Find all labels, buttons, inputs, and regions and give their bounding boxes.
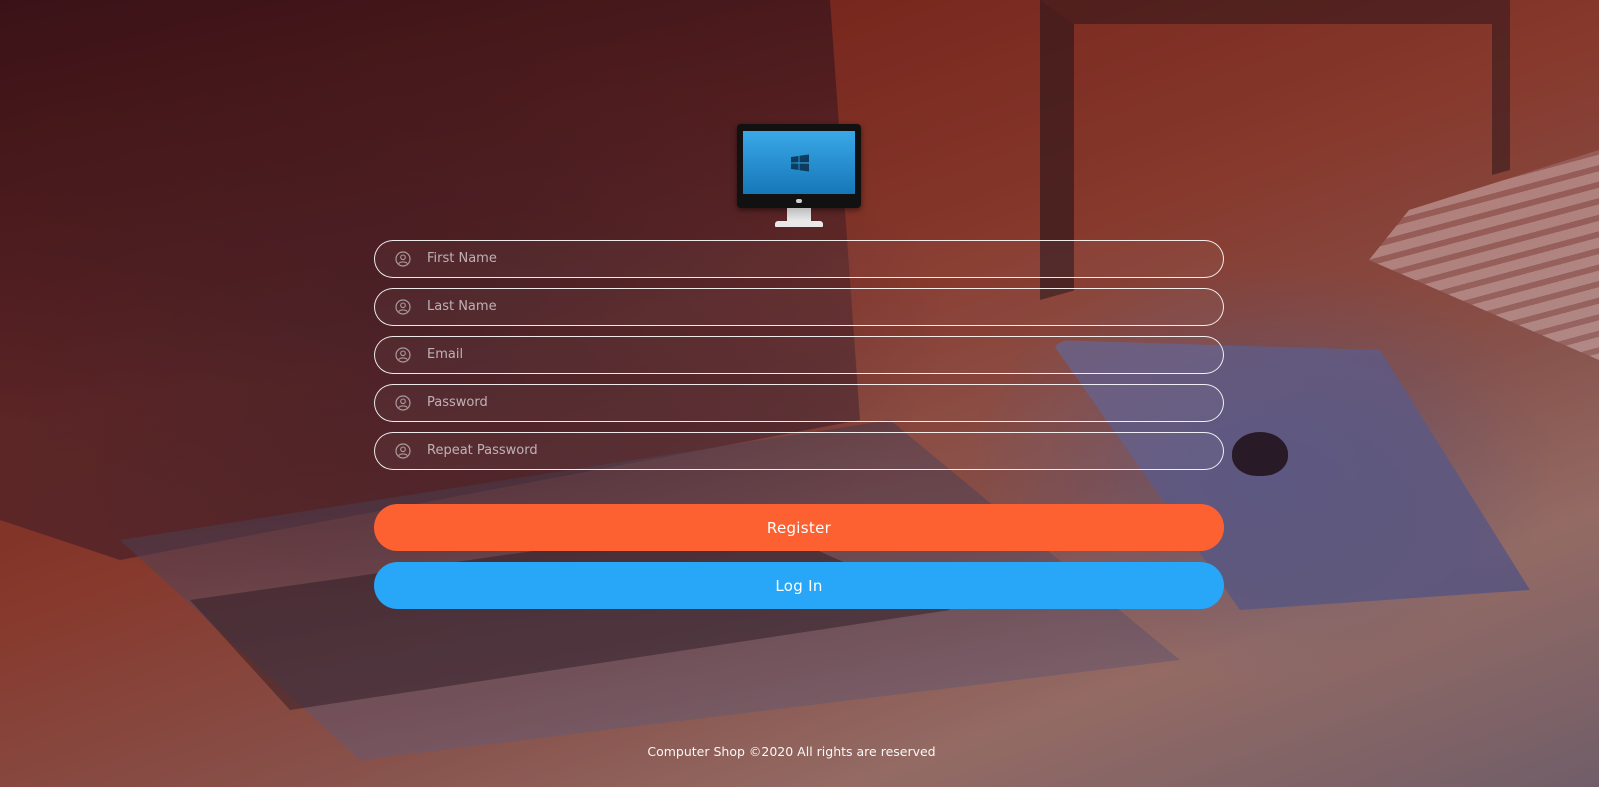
page: Register Log In Computer Shop ©2020 All … — [0, 0, 1599, 787]
user-circle-icon — [395, 443, 411, 459]
last-name-field[interactable] — [374, 288, 1224, 326]
user-circle-icon — [395, 347, 411, 363]
monitor-screen — [743, 131, 855, 194]
email-field[interactable] — [374, 336, 1224, 374]
register-form: Register Log In — [374, 240, 1224, 609]
password-input[interactable] — [427, 385, 1197, 420]
last-name-input[interactable] — [427, 289, 1197, 324]
repeat-password-input[interactable] — [427, 433, 1197, 468]
password-field[interactable] — [374, 384, 1224, 422]
user-circle-icon — [395, 395, 411, 411]
monitor-windows-icon — [737, 124, 861, 228]
first-name-input[interactable] — [427, 241, 1197, 276]
email-input[interactable] — [427, 337, 1197, 372]
register-button[interactable]: Register — [374, 504, 1224, 551]
footer-copyright: Computer Shop ©2020 All rights are reser… — [647, 744, 936, 759]
login-button[interactable]: Log In — [374, 562, 1224, 609]
monitor-stand — [787, 208, 811, 222]
user-circle-icon — [395, 251, 411, 267]
windows-logo-icon — [791, 154, 809, 172]
first-name-field[interactable] — [374, 240, 1224, 278]
monitor-chin-logo — [796, 199, 802, 203]
repeat-password-field[interactable] — [374, 432, 1224, 470]
monitor-frame — [737, 124, 861, 208]
monitor-foot — [775, 221, 823, 227]
user-circle-icon — [395, 299, 411, 315]
content: Register Log In Computer Shop ©2020 All … — [0, 0, 1599, 787]
